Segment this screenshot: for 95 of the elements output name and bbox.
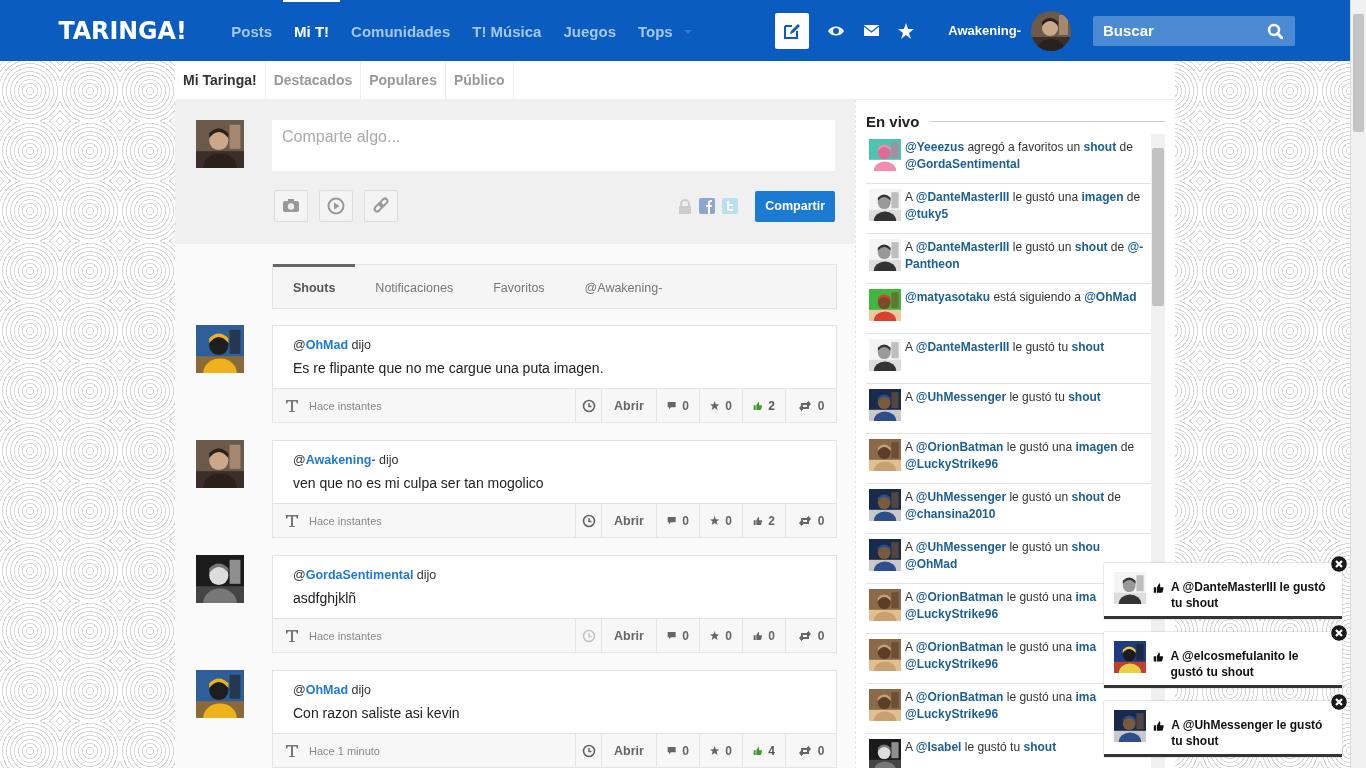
link-button[interactable] bbox=[364, 190, 398, 222]
tab[interactable]: Notificaciones bbox=[355, 264, 474, 308]
thumbs-up-button[interactable]: 0 bbox=[742, 619, 785, 652]
activity-text: A @DanteMasterIII le gustó un shout de @- Pantheon bbox=[905, 239, 1144, 273]
section-title: En vivo bbox=[866, 112, 920, 130]
star-button[interactable]: 0 bbox=[699, 734, 742, 767]
comment-button[interactable]: 0 bbox=[656, 619, 699, 652]
star-button[interactable]: 0 bbox=[699, 389, 742, 422]
activity-text: A @OrionBatman le gustó una ima @LuckyStrike96 bbox=[905, 589, 1097, 623]
notification-text: A @UhMessenger le gustó tu shout bbox=[1171, 717, 1324, 749]
open-button[interactable]: Abrir bbox=[601, 504, 656, 537]
text-icon bbox=[285, 743, 299, 758]
activity-text: A @DanteMasterIII le gustó una imagen de @tuky5 bbox=[905, 189, 1141, 223]
clock-icon[interactable] bbox=[581, 398, 596, 413]
text-icon bbox=[285, 398, 299, 413]
camera-button[interactable] bbox=[274, 190, 308, 222]
open-button[interactable]: Abrir bbox=[601, 734, 656, 767]
timestamp: Hace instantes bbox=[309, 629, 382, 642]
tab[interactable]: Público bbox=[445, 61, 514, 99]
shout-author: @OhMad dijo bbox=[292, 682, 372, 697]
comment-button[interactable]: 0 bbox=[656, 389, 699, 422]
open-button[interactable]: Abrir bbox=[601, 619, 656, 652]
shout-author: @Awakening- dijo bbox=[292, 452, 400, 467]
tab[interactable]: Favoritos bbox=[473, 264, 565, 308]
nav-link[interactable]: T! Música bbox=[461, 0, 553, 61]
link-icon bbox=[372, 197, 390, 215]
activity-text: A @DanteMasterIII le gustó tu shout bbox=[905, 339, 1105, 356]
nav-link[interactable]: Tops bbox=[626, 0, 684, 61]
retweet-icon bbox=[797, 743, 812, 758]
thumbs-up-icon bbox=[1153, 650, 1164, 664]
activity-text: @matyasotaku está siguiendo a @OhMad bbox=[905, 289, 1137, 306]
thumbs-up-button[interactable]: 2 bbox=[742, 504, 785, 537]
thumbs-up-icon bbox=[1153, 581, 1164, 595]
shout-text: asdfghjklñ bbox=[292, 589, 358, 608]
timestamp: Hace 1 minuto bbox=[309, 744, 380, 757]
activity-text: A @OrionBatman le gustó una ima @LuckyStrike96 bbox=[905, 639, 1097, 673]
activity-text: A @UhMessenger le gustó tu shout bbox=[905, 389, 1101, 406]
notification-text: A @elcosmefulanito le gustó tu shout bbox=[1170, 648, 1300, 680]
clock-icon[interactable] bbox=[581, 743, 596, 758]
text-icon bbox=[285, 513, 299, 528]
retweet-button[interactable]: 0 bbox=[785, 389, 836, 422]
retweet-icon bbox=[797, 398, 812, 413]
tab[interactable]: Destacados bbox=[265, 61, 362, 99]
star-icon[interactable] bbox=[898, 22, 915, 39]
shout-text: Con razon saliste asi kevin bbox=[292, 704, 461, 723]
text-icon bbox=[285, 628, 299, 643]
comment-button[interactable]: 0 bbox=[656, 504, 699, 537]
retweet-icon bbox=[797, 628, 812, 643]
post-field[interactable]: Comparte algo... bbox=[272, 120, 835, 171]
shout-author: @GordaSentimental dijo bbox=[292, 567, 438, 582]
retweet-button[interactable]: 0 bbox=[785, 734, 836, 767]
mail-icon[interactable] bbox=[863, 23, 881, 38]
username-link[interactable]: Awakening- bbox=[948, 23, 1021, 38]
share-button[interactable]: Compartir bbox=[755, 190, 835, 222]
activity-text: @Yeeezus agregó a favoritos un shout de @GordaSentimental bbox=[905, 139, 1133, 173]
nav-link[interactable]: Comunidades bbox=[340, 0, 462, 61]
shout-author: @OhMad dijo bbox=[292, 337, 372, 352]
retweet-button[interactable]: 0 bbox=[785, 504, 836, 537]
shout-text: ven que no es mi culpa ser tan mogolico bbox=[292, 474, 545, 493]
play-button[interactable] bbox=[319, 190, 353, 222]
camera-icon bbox=[282, 197, 300, 215]
search-icon[interactable] bbox=[1267, 22, 1283, 39]
open-button[interactable]: Abrir bbox=[601, 389, 656, 422]
thumbs-up-icon bbox=[1153, 719, 1165, 733]
shout-text: Es re flipante que no me cargue una puta imagen. bbox=[292, 359, 605, 378]
star-button[interactable]: 0 bbox=[699, 504, 742, 537]
tab[interactable]: Mi Taringa! bbox=[175, 61, 266, 99]
scrollbar[interactable] bbox=[1350, 0, 1366, 768]
logo[interactable]: TARINGA! bbox=[58, 16, 187, 45]
nav-link[interactable]: Posts bbox=[220, 0, 284, 61]
search-field[interactable]: Buscar bbox=[1093, 15, 1295, 46]
activity-text: A @OrionBatman le gustó una imagen de @LuckyStrike96 bbox=[905, 439, 1135, 473]
notification-text: A @DanteMasterIII le gustó tu shout bbox=[1171, 579, 1327, 611]
close-icon[interactable] bbox=[1330, 555, 1348, 573]
comment-button[interactable]: 0 bbox=[656, 734, 699, 767]
tab[interactable]: Shouts bbox=[273, 264, 356, 308]
thumbs-up-button[interactable]: 2 bbox=[742, 389, 785, 422]
play-icon bbox=[327, 197, 345, 215]
tab[interactable]: @Awakening- bbox=[564, 264, 683, 308]
compose-button[interactable] bbox=[775, 12, 810, 49]
close-icon[interactable] bbox=[1330, 693, 1348, 711]
activity-text: A @OrionBatman le gustó una ima @LuckyStrike96 bbox=[905, 689, 1097, 723]
nav-link[interactable]: Juegos bbox=[552, 0, 627, 61]
retweet-button[interactable]: 0 bbox=[785, 619, 836, 652]
tab[interactable]: Populares bbox=[361, 61, 446, 99]
activity-text: A @UhMessenger le gustó un shou @OhMad bbox=[905, 539, 1101, 573]
activity-text: A @Isabel le gustó tu shout bbox=[905, 739, 1057, 756]
close-icon[interactable] bbox=[1330, 624, 1348, 642]
timestamp: Hace instantes bbox=[309, 514, 382, 527]
activity-text: A @UhMessenger le gustó un shout de @chansina2010 bbox=[905, 489, 1121, 523]
retweet-icon bbox=[797, 513, 812, 528]
star-button[interactable]: 0 bbox=[699, 619, 742, 652]
thumbs-up-button[interactable]: 4 bbox=[742, 734, 785, 767]
clock-icon[interactable] bbox=[581, 513, 596, 528]
timestamp: Hace instantes bbox=[309, 399, 382, 412]
